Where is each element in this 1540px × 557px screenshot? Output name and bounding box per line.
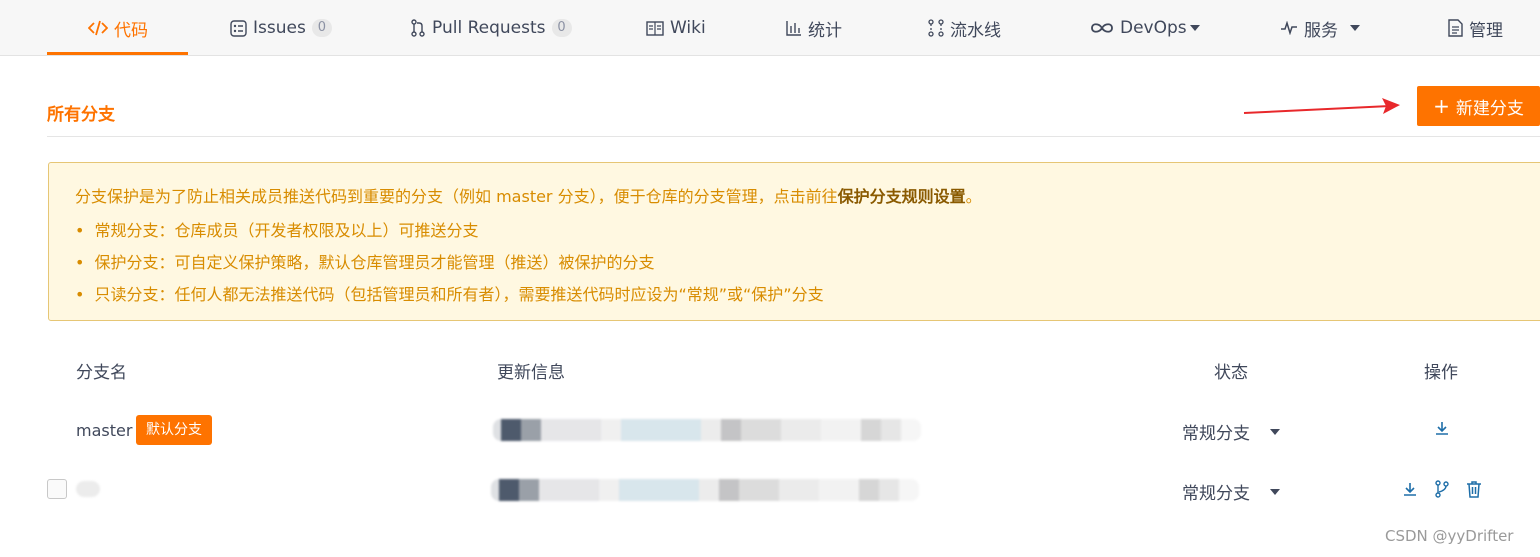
new-branch-button[interactable]: + 新建分支 xyxy=(1417,86,1540,126)
repo-nav-bar: 代码 Issues 0 Pull Requests 0 Wiki 统计 流水线 xyxy=(0,0,1540,56)
manage-document-icon xyxy=(1448,19,1463,37)
tab-services-label: 服务 xyxy=(1304,20,1338,41)
column-header-ops: 操作 xyxy=(1424,363,1458,383)
tab-manage-label: 管理 xyxy=(1469,20,1503,41)
tab-issues-label: Issues xyxy=(253,18,306,38)
plus-icon: + xyxy=(1433,94,1450,118)
branch-compare-icon[interactable] xyxy=(1432,479,1452,499)
tab-manage[interactable]: 管理 xyxy=(1448,0,1503,56)
notice-list: 常规分支：仓库成员（开发者权限及以上）可推送分支 保护分支：可自定义保护策略，默… xyxy=(75,219,824,315)
chevron-down-icon xyxy=(1270,428,1280,435)
page-title: 所有分支 xyxy=(47,105,115,125)
notice-item-normal: 常规分支：仓库成员（开发者权限及以上）可推送分支 xyxy=(75,219,824,251)
watermark: CSDN @yyDrifter xyxy=(1385,527,1514,545)
tab-wiki[interactable]: Wiki xyxy=(646,0,706,56)
pulse-icon xyxy=(1280,21,1298,35)
chevron-down-icon xyxy=(1350,25,1360,31)
notice-lead: 分支保护是为了防止相关成员推送代码到重要的分支（例如 master 分支），便于… xyxy=(75,183,982,207)
branch-name-master[interactable]: master xyxy=(76,421,132,440)
issues-count-badge: 0 xyxy=(311,19,332,37)
notice-lead-text: 分支保护是为了防止相关成员推送代码到重要的分支（例如 master 分支），便于… xyxy=(75,187,838,206)
branch-select-checkbox[interactable] xyxy=(47,479,67,499)
tab-pipeline[interactable]: 流水线 xyxy=(928,0,1001,56)
divider xyxy=(47,136,1540,137)
notice-lead-end: 。 xyxy=(965,187,982,206)
pull-requests-count-badge: 0 xyxy=(551,19,572,37)
tab-stats-label: 统计 xyxy=(808,20,842,41)
delete-trash-icon[interactable] xyxy=(1464,479,1484,499)
tab-pipeline-label: 流水线 xyxy=(950,20,1001,41)
pull-request-icon xyxy=(410,19,426,37)
branch-status-label: 常规分支 xyxy=(1182,484,1250,504)
chevron-down-icon xyxy=(1270,488,1280,495)
code-icon xyxy=(88,20,108,36)
pipeline-icon xyxy=(928,19,944,37)
tab-devops-label: DevOps xyxy=(1120,18,1187,38)
tab-issues[interactable]: Issues 0 xyxy=(230,0,332,56)
issues-icon xyxy=(230,19,247,37)
branch-protection-notice: 分支保护是为了防止相关成员推送代码到重要的分支（例如 master 分支），便于… xyxy=(48,162,1540,321)
red-arrow-annotation xyxy=(1243,98,1400,114)
column-header-update: 更新信息 xyxy=(497,363,565,383)
branch-status-dropdown[interactable]: 常规分支 xyxy=(1182,419,1280,444)
active-tab-indicator xyxy=(47,52,188,55)
infinity-icon xyxy=(1090,21,1114,35)
blurred-branch-name[interactable] xyxy=(76,481,100,497)
protection-rules-link[interactable]: 保护分支规则设置 xyxy=(838,187,966,206)
tab-stats[interactable]: 统计 xyxy=(786,0,842,56)
tab-devops[interactable]: DevOps xyxy=(1090,0,1200,56)
branch-status-label: 常规分支 xyxy=(1182,424,1250,444)
branch-status-dropdown[interactable]: 常规分支 xyxy=(1182,479,1280,504)
tab-services[interactable]: 服务 xyxy=(1280,0,1360,56)
new-branch-label: 新建分支 xyxy=(1455,98,1524,119)
default-branch-badge: 默认分支 xyxy=(136,415,212,445)
blurred-commit-info xyxy=(491,479,919,501)
tab-pull-requests[interactable]: Pull Requests 0 xyxy=(410,0,572,56)
download-icon[interactable] xyxy=(1400,479,1420,499)
tab-code[interactable]: 代码 xyxy=(88,0,148,56)
stats-chart-icon xyxy=(786,20,802,36)
notice-item-protected: 保护分支：可自定义保护策略，默认仓库管理员才能管理（推送）被保护的分支 xyxy=(75,251,824,283)
notice-item-readonly: 只读分支：任何人都无法推送代码（包括管理员和所有者），需要推送代码时应设为“常规… xyxy=(75,283,823,315)
column-header-status: 状态 xyxy=(1214,363,1248,383)
column-header-name: 分支名 xyxy=(76,363,127,383)
tab-pull-requests-label: Pull Requests xyxy=(432,18,546,38)
tab-code-label: 代码 xyxy=(114,20,148,41)
wiki-book-icon xyxy=(646,20,664,36)
download-icon[interactable] xyxy=(1432,418,1452,438)
blurred-commit-info xyxy=(493,419,921,441)
tab-wiki-label: Wiki xyxy=(670,18,706,38)
chevron-down-icon xyxy=(1189,25,1200,31)
